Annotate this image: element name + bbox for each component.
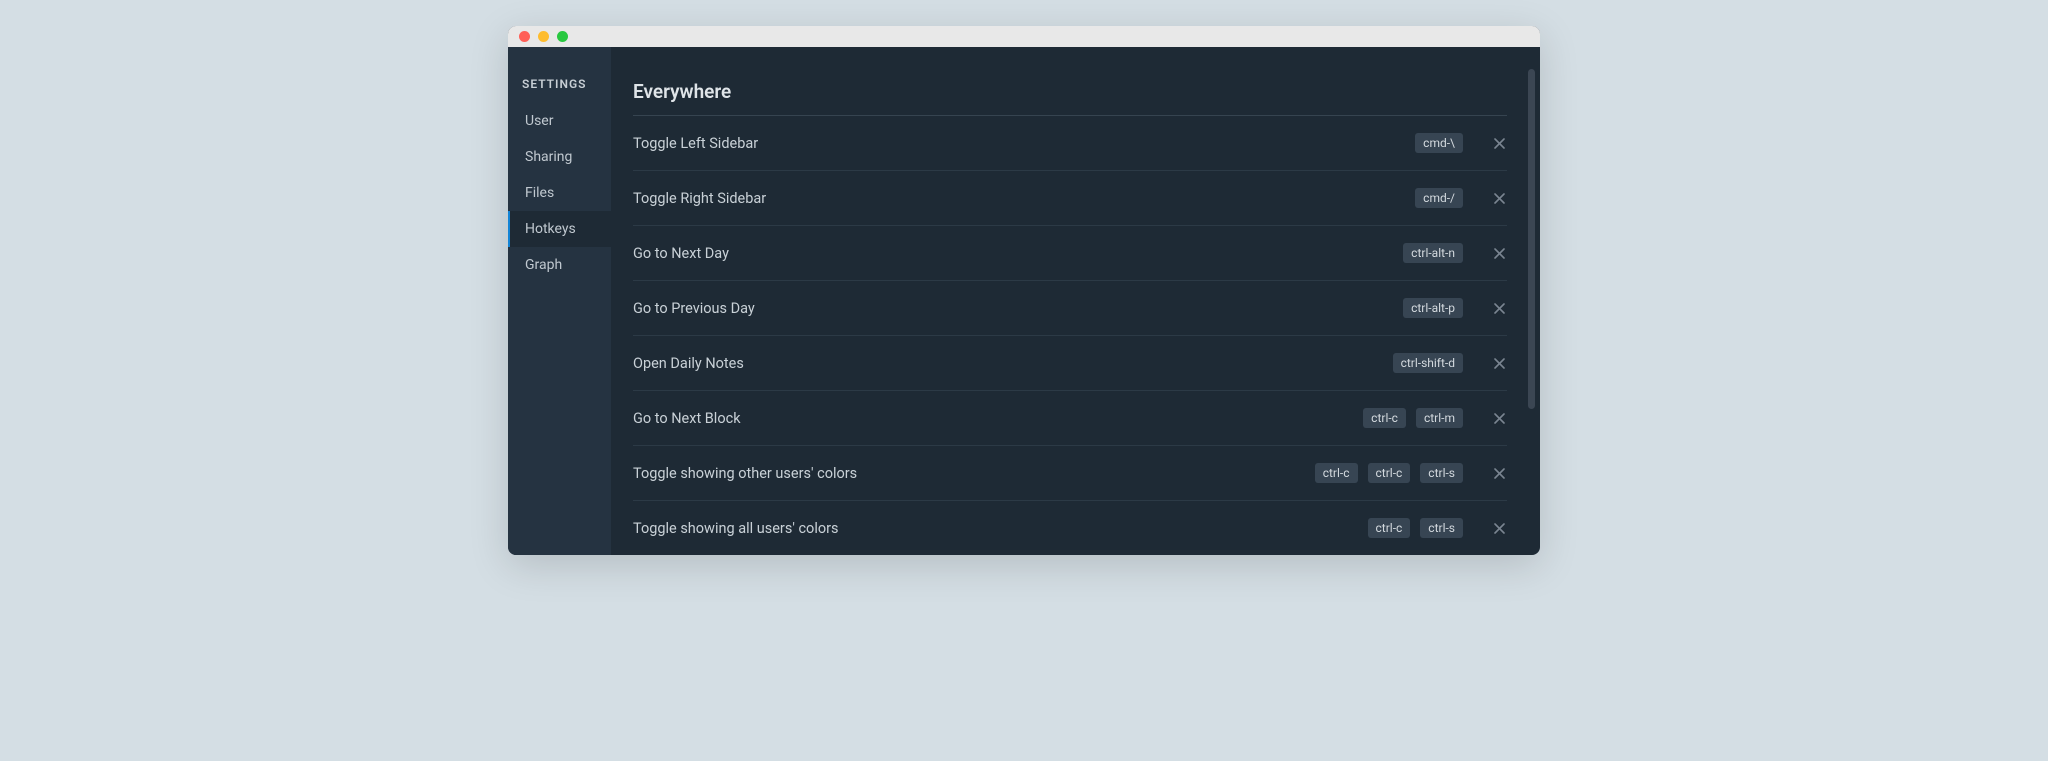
hotkey-controls: ctrl-c ctrl-c ctrl-s bbox=[1315, 463, 1507, 483]
settings-window: SETTINGS UserSharingFilesHotkeysGraph Ev… bbox=[508, 26, 1540, 555]
remove-hotkey-icon[interactable] bbox=[1491, 135, 1507, 151]
hotkey-row: Toggle showing all users' colorsctrl-cct… bbox=[633, 501, 1507, 555]
hotkey-keys[interactable]: cmd-\ bbox=[1415, 133, 1463, 153]
hotkey-label: Toggle Left Sidebar bbox=[633, 135, 758, 152]
hotkey-keys[interactable]: ctrl-c ctrl-c ctrl-s bbox=[1315, 463, 1463, 483]
close-window-icon[interactable] bbox=[519, 31, 530, 42]
remove-hotkey-icon[interactable] bbox=[1491, 410, 1507, 426]
hotkey-keys[interactable]: ctrl-alt-p bbox=[1403, 298, 1463, 318]
remove-hotkey-icon[interactable] bbox=[1491, 300, 1507, 316]
section-title: Everywhere bbox=[633, 80, 1507, 116]
hotkey-controls: cmd-\ bbox=[1415, 133, 1507, 153]
hotkeys-scroll-area[interactable]: Everywhere Toggle Left Sidebarcmd-\Toggl… bbox=[633, 80, 1515, 555]
hotkey-label: Go to Previous Day bbox=[633, 300, 755, 317]
key-badge: ctrl-c bbox=[1315, 463, 1358, 483]
remove-hotkey-icon[interactable] bbox=[1491, 520, 1507, 536]
hotkey-row: Toggle showing other users' colors ctrl-c… bbox=[633, 446, 1507, 501]
hotkey-row: Toggle Left Sidebar cmd-\ bbox=[633, 116, 1507, 171]
remove-hotkey-icon[interactable] bbox=[1491, 465, 1507, 481]
sidebar-item-user[interactable]: User bbox=[508, 103, 611, 139]
hotkey-row: Toggle Right Sidebar cmd-/ bbox=[633, 171, 1507, 226]
key-badge: ctrl-alt-n bbox=[1403, 243, 1463, 263]
hotkey-controls: ctrl-shift-d bbox=[1393, 353, 1507, 373]
hotkey-controls: ctrl-alt-n bbox=[1403, 243, 1507, 263]
hotkey-controls: cmd-/ bbox=[1415, 188, 1507, 208]
main-panel: Everywhere Toggle Left Sidebarcmd-\Toggl… bbox=[611, 47, 1540, 555]
hotkey-controls: ctrl-c ctrl-m bbox=[1363, 408, 1507, 428]
key-badge: cmd-/ bbox=[1415, 188, 1463, 208]
sidebar-item-sharing[interactable]: Sharing bbox=[508, 139, 611, 175]
key-badge: ctrl-shift-d bbox=[1393, 353, 1463, 373]
hotkey-controls: ctrl-alt-p bbox=[1403, 298, 1507, 318]
key-badge: ctrl-c bbox=[1368, 518, 1411, 538]
key-badge: ctrl-s bbox=[1420, 518, 1463, 538]
hotkey-keys[interactable]: ctrl-shift-d bbox=[1393, 353, 1463, 373]
key-badge: cmd-\ bbox=[1415, 133, 1463, 153]
hotkey-row: Open Daily Notes ctrl-shift-d bbox=[633, 336, 1507, 391]
key-badge: ctrl-c bbox=[1363, 408, 1406, 428]
remove-hotkey-icon[interactable] bbox=[1491, 355, 1507, 371]
hotkey-label: Go to Next Block bbox=[633, 410, 741, 427]
key-badge: ctrl-alt-p bbox=[1403, 298, 1463, 318]
sidebar-item-hotkeys[interactable]: Hotkeys bbox=[508, 211, 611, 247]
hotkey-label: Go to Next Day bbox=[633, 245, 729, 262]
hotkey-label: Open Daily Notes bbox=[633, 355, 744, 372]
hotkey-keys[interactable]: ctrl-alt-n bbox=[1403, 243, 1463, 263]
hotkey-keys[interactable]: ctrl-c ctrl-s bbox=[1368, 518, 1464, 538]
maximize-window-icon[interactable] bbox=[557, 31, 568, 42]
content-area: SETTINGS UserSharingFilesHotkeysGraph Ev… bbox=[508, 47, 1540, 555]
key-badge: ctrl-s bbox=[1420, 463, 1463, 483]
hotkey-keys[interactable]: cmd-/ bbox=[1415, 188, 1463, 208]
titlebar bbox=[508, 26, 1540, 47]
hotkey-label: Toggle showing other users' colors bbox=[633, 465, 857, 482]
remove-hotkey-icon[interactable] bbox=[1491, 190, 1507, 206]
remove-hotkey-icon[interactable] bbox=[1491, 245, 1507, 261]
hotkey-label: Toggle Right Sidebar bbox=[633, 190, 766, 207]
sidebar-item-files[interactable]: Files bbox=[508, 175, 611, 211]
hotkey-row: Go to Next Day ctrl-alt-n bbox=[633, 226, 1507, 281]
hotkey-keys[interactable]: ctrl-c ctrl-m bbox=[1363, 408, 1463, 428]
sidebar-item-graph[interactable]: Graph bbox=[508, 247, 611, 283]
minimize-window-icon[interactable] bbox=[538, 31, 549, 42]
settings-sidebar: SETTINGS UserSharingFilesHotkeysGraph bbox=[508, 47, 611, 555]
scrollbar-thumb[interactable] bbox=[1528, 69, 1535, 409]
hotkey-row: Go to Next Block ctrl-c ctrl-m bbox=[633, 391, 1507, 446]
sidebar-title: SETTINGS bbox=[508, 77, 611, 103]
hotkey-label: Toggle showing all users' colors bbox=[633, 520, 839, 537]
hotkey-controls: ctrl-c ctrl-s bbox=[1368, 518, 1508, 538]
scrollbar-track[interactable] bbox=[1528, 69, 1535, 529]
hotkey-row: Go to Previous Day ctrl-alt-p bbox=[633, 281, 1507, 336]
key-badge: ctrl-c bbox=[1368, 463, 1411, 483]
key-badge: ctrl-m bbox=[1416, 408, 1463, 428]
